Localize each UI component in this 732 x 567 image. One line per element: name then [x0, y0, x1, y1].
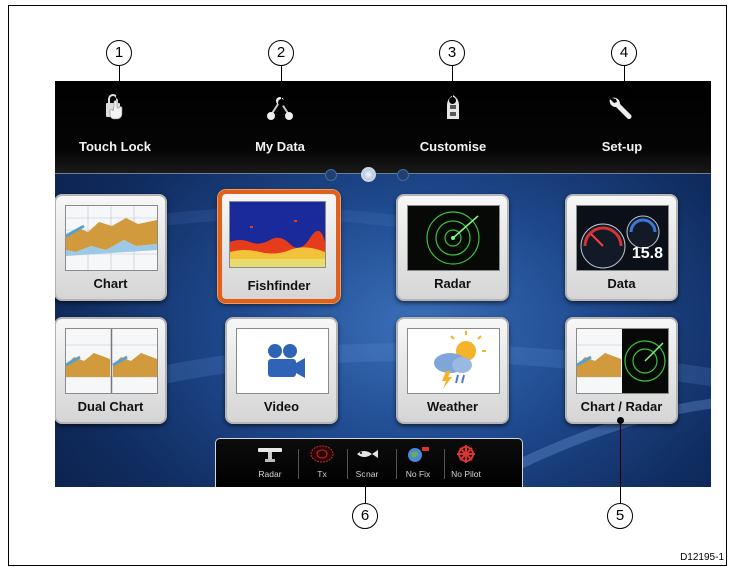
- weather-app-label: Weather: [426, 399, 479, 414]
- my-data-button[interactable]: My Data: [210, 81, 350, 171]
- fishfinder-icon: [229, 201, 326, 268]
- callout-2-leader: [281, 66, 282, 102]
- touch-lock-icon: [106, 94, 123, 120]
- video-camera-icon: [236, 328, 329, 394]
- sonar-fish-icon: [357, 450, 378, 458]
- callout-5: 5: [607, 503, 633, 529]
- callout-3: 3: [439, 40, 465, 66]
- chart-icon: [65, 205, 158, 271]
- autopilot-icon: [457, 445, 475, 463]
- callout-6-leader: [365, 469, 366, 503]
- radar-scanner-icon: [258, 448, 282, 462]
- weather-app-tile[interactable]: Weather: [396, 317, 509, 424]
- chart-radar-app-tile[interactable]: Chart / Radar: [565, 317, 678, 424]
- data-app-tile[interactable]: 15.8 Data: [565, 194, 678, 301]
- data-app-label: Data: [607, 276, 636, 291]
- gps-no-fix-icon: [408, 447, 429, 462]
- fishfinder-app-label: Fishfinder: [247, 278, 311, 293]
- dual-chart-icon: [65, 328, 158, 394]
- page-dot[interactable]: [325, 169, 337, 181]
- callout-4: 4: [611, 40, 637, 66]
- status-gps-label: No Fix: [405, 469, 431, 479]
- set-up-label: Set-up: [601, 139, 643, 154]
- status-sonar[interactable]: Sonar: [341, 439, 393, 487]
- data-readout: 15.8: [631, 245, 663, 262]
- my-data-icon: [267, 97, 293, 120]
- callout-3-dot: [449, 97, 456, 104]
- dual-chart-app-tile[interactable]: Dual Chart: [55, 317, 167, 424]
- callout-2-dot: [278, 99, 285, 106]
- fishfinder-app-tile[interactable]: Fishfinder: [218, 190, 340, 303]
- chart-app-label: Chart: [93, 276, 128, 291]
- status-pilot-label: No Pilot: [451, 469, 481, 479]
- radar-app-tile[interactable]: Radar: [396, 194, 509, 301]
- callout-1-dot: [116, 93, 123, 100]
- customise-label: Customise: [419, 139, 487, 154]
- callout-2: 2: [268, 40, 294, 66]
- callout-3-leader: [452, 66, 453, 100]
- tx-icon: [310, 445, 334, 463]
- page-dot-active[interactable]: [361, 167, 376, 182]
- page-indicator: [55, 167, 711, 182]
- customise-button[interactable]: Customise: [383, 81, 523, 171]
- callout-1-leader: [119, 66, 120, 96]
- home-screen: Touch Lock My Data Customise Set-up Char…: [55, 81, 711, 487]
- dual-chart-app-label: Dual Chart: [77, 399, 144, 414]
- status-bar: Radar Tx Sonar No Fix No Pilot: [215, 438, 523, 487]
- status-radar[interactable]: Radar: [244, 439, 296, 487]
- radar-app-label: Radar: [434, 276, 471, 291]
- callout-4-leader: [624, 66, 625, 96]
- callout-4-dot: [621, 93, 628, 100]
- chart-radar-app-label: Chart / Radar: [580, 399, 663, 414]
- video-app-tile[interactable]: Video: [225, 317, 338, 424]
- radar-icon: [407, 205, 500, 271]
- top-menu-bar: Touch Lock My Data Customise Set-up: [55, 81, 711, 174]
- status-pilot[interactable]: No Pilot: [440, 439, 492, 487]
- data-gauges-icon: 15.8: [576, 205, 669, 271]
- callout-1: 1: [106, 40, 132, 66]
- page-dot[interactable]: [397, 169, 409, 181]
- chart-app-tile[interactable]: Chart: [55, 194, 167, 301]
- callout-6: 6: [352, 503, 378, 529]
- status-radar-label: Radar: [258, 469, 282, 479]
- status-gps[interactable]: No Fix: [392, 439, 444, 487]
- callout-5-leader: [620, 421, 621, 503]
- my-data-label: My Data: [255, 139, 305, 154]
- video-app-label: Video: [263, 399, 300, 414]
- document-id: D12195-1: [680, 552, 724, 563]
- chart-radar-icon: [576, 328, 669, 394]
- weather-icon: [407, 328, 500, 394]
- touch-lock-label: Touch Lock: [79, 139, 151, 154]
